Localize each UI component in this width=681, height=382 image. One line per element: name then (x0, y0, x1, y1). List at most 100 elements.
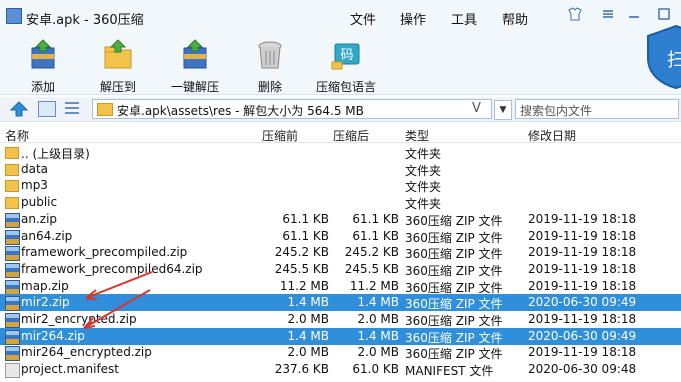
file-name: an.zip (21, 211, 58, 226)
search-placeholder: 搜索包内文件 (520, 104, 593, 118)
file-name: data (21, 161, 49, 176)
compressed-size: 61.1 KB (352, 228, 399, 243)
path-text: 安卓.apk\assets\res - 解包大小为 564.5 MB (117, 104, 364, 118)
extract-folder-icon (104, 39, 132, 69)
file-type: 文件夹 (405, 147, 442, 161)
path-dropdown-button[interactable]: ▼ (494, 100, 512, 120)
compressed-size: 11.2 MB (349, 278, 399, 293)
file-name: public (21, 195, 58, 210)
file-row[interactable]: mp3 文件夹 (0, 177, 681, 194)
original-size: 11.2 MB (279, 278, 329, 293)
modified-date: 2019-11-19 18:18 (528, 211, 637, 226)
one-click-extract-icon (183, 39, 207, 69)
folder-icon (97, 103, 113, 116)
extract-to-button[interactable]: 解压到 (84, 36, 152, 95)
modified-date: 2020-06-30 09:49 (528, 295, 637, 310)
modified-date: 2019-11-19 18:18 (528, 228, 637, 243)
file-row[interactable]: .. (上级目录) 文件夹 (0, 144, 681, 161)
delete-label: 删除 (257, 80, 282, 94)
file-name: mir2.zip (21, 295, 70, 310)
virus-scan-shield-icon[interactable]: 扫 (646, 24, 681, 90)
zip-file-icon (5, 346, 20, 362)
maximize-icon[interactable] (656, 6, 672, 22)
menu-help[interactable]: 帮助 (502, 9, 528, 28)
path-history-icon[interactable]: V (472, 101, 481, 116)
menu-actions[interactable]: 操作 (400, 9, 426, 28)
add-label: 添加 (30, 80, 55, 94)
trash-icon (258, 41, 282, 69)
window-title: 安卓.apk - 360压缩 (26, 13, 144, 28)
svg-text:码: 码 (340, 48, 353, 63)
file-type: 文件夹 (405, 180, 442, 195)
one-click-extract-button[interactable]: 一键解压 (161, 36, 229, 95)
file-type: 360压缩 ZIP 文件 (405, 247, 503, 262)
zip-file-icon (5, 329, 20, 345)
add-archive-icon (31, 39, 55, 69)
file-row[interactable]: project.manifest 237.6 KB 61.0 KB MANIFEST … (0, 361, 681, 379)
file-row[interactable]: an64.zip 61.1 KB 61.1 KB 360压缩 ZIP 文件 2019-1… (0, 228, 681, 245)
modified-date: 2019-11-19 18:18 (528, 278, 637, 293)
compressed-size: 2.0 MB (357, 312, 399, 326)
search-input[interactable]: 搜索包内文件 (515, 99, 679, 119)
compressed-size: 245.2 KB (344, 245, 399, 260)
original-size: 245.5 KB (274, 261, 329, 276)
zip-file-icon (5, 212, 20, 228)
folder-icon (5, 180, 19, 193)
menu-tools[interactable]: 工具 (451, 9, 477, 28)
up-arrow-icon[interactable] (10, 101, 28, 117)
archive-language-button[interactable]: 码 压缩包语言 (312, 36, 380, 95)
minimize-icon[interactable] (626, 6, 642, 22)
large-icon-view-icon[interactable] (38, 101, 56, 117)
annotation-arrows (83, 271, 153, 329)
zip-file-icon (5, 313, 20, 328)
skin-icon[interactable] (567, 6, 583, 22)
file-type: MANIFEST 文件 (405, 364, 494, 379)
menu-icon[interactable] (600, 6, 616, 22)
compressed-size: 61.0 KB (352, 362, 399, 377)
file-type: 360压缩 ZIP 文件 (405, 213, 503, 228)
file-type: 文件夹 (405, 197, 442, 212)
file-row[interactable]: mir264.zip 1.4 MB 1.4 MB 360压缩 ZIP 文件 2020-0… (0, 327, 681, 345)
original-size: 61.1 KB (282, 211, 329, 226)
zip-file-icon (5, 262, 20, 278)
file-row[interactable]: an.zip 61.1 KB 61.1 KB 360压缩 ZIP 文件 2019-11-… (0, 211, 681, 228)
file-row[interactable]: public 文件夹 (0, 194, 681, 211)
zip-file-icon (5, 229, 20, 245)
folder-icon (5, 163, 19, 176)
file-type: 360压缩 ZIP 文件 (405, 263, 503, 278)
compressed-size: 1.4 MB (357, 295, 399, 310)
add-button[interactable]: 添加 (9, 36, 77, 95)
zip-file-icon (5, 279, 20, 295)
file-name: project.manifest (21, 362, 120, 377)
one-click-extract-label: 一键解压 (170, 80, 219, 94)
original-size: 61.1 KB (282, 228, 329, 243)
delete-button[interactable]: 删除 (236, 36, 304, 95)
file-row[interactable]: framework_precompiled.zip 245.2 KB 245.2 K… (0, 244, 681, 262)
original-size: 1.4 MB (287, 295, 329, 310)
file-name: an64.zip (21, 228, 73, 243)
path-field[interactable]: 安卓.apk\assets\res - 解包大小为 564.5 MB (92, 99, 492, 119)
menu-file[interactable]: 文件 (350, 9, 376, 28)
file-row[interactable]: data 文件夹 (0, 161, 681, 178)
modified-date: 2019-11-19 18:18 (528, 261, 637, 276)
compressed-size: 1.4 MB (357, 328, 399, 343)
original-size: 1.4 MB (287, 328, 329, 343)
list-view-icon[interactable] (64, 101, 80, 115)
compressed-size: 2.0 MB (357, 345, 399, 360)
file-name: mir264.zip (21, 328, 85, 343)
file-name: framework_precompiled.zip (21, 245, 188, 260)
file-type: 文件夹 (405, 163, 442, 178)
app-icon (6, 8, 22, 24)
extract-to-label: 解压到 (99, 80, 136, 94)
file-name: map.zip (21, 278, 69, 293)
zip-file-icon (5, 246, 20, 262)
file-row[interactable]: mir264_encrypted.zip 2.0 MB 2.0 MB 360压缩 ZI… (0, 344, 681, 362)
compressed-size: 61.1 KB (352, 211, 399, 226)
file-type: 360压缩 ZIP 文件 (405, 230, 503, 245)
file-name: mp3 (21, 178, 48, 193)
modified-date: 2019-11-19 18:18 (528, 312, 637, 326)
file-type: 360压缩 ZIP 文件 (405, 297, 503, 312)
archive-language-label: 压缩包语言 (315, 80, 376, 94)
original-size: 237.6 KB (274, 362, 329, 377)
modified-date: 2019-11-19 18:18 (528, 345, 637, 360)
